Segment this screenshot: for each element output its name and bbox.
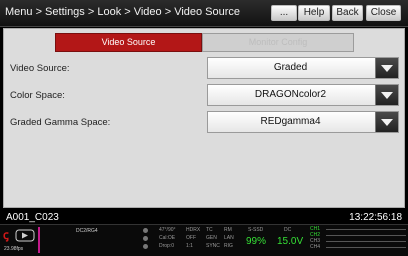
graded-gamma-space-dropdown-button[interactable] xyxy=(375,112,398,132)
graded-gamma-space-value: REDgamma4 xyxy=(260,116,321,127)
aspect-value: 1:1 xyxy=(186,243,193,249)
status-dot xyxy=(143,236,148,241)
lan-label: LAN xyxy=(224,235,234,241)
graded-gamma-space-select[interactable]: REDgamma4 xyxy=(207,111,399,133)
svg-text:ꞔ: ꞔ xyxy=(3,228,9,242)
tc-label: TC xyxy=(206,227,213,233)
power-value: 15.0V xyxy=(277,236,304,247)
video-source-select[interactable]: Graded xyxy=(207,57,399,79)
storage-label: S-SSD xyxy=(248,227,264,233)
rig-label: RIG xyxy=(224,243,233,249)
shutter-readout: 47°/90° xyxy=(159,227,176,233)
chevron-down-icon xyxy=(381,92,393,99)
audio-meter-ch2 xyxy=(326,235,406,236)
record-icon: ꞔ xyxy=(3,228,35,242)
status-dot xyxy=(143,228,148,233)
more-button[interactable]: ... xyxy=(271,5,297,21)
color-space-select[interactable]: DRAGONcolor2 xyxy=(207,84,399,106)
status-dot xyxy=(143,244,148,249)
video-source-value: Graded xyxy=(273,62,308,73)
record-indicator-bar xyxy=(38,227,40,253)
chevron-down-icon xyxy=(381,65,393,72)
tab-video-source[interactable]: Video Source xyxy=(55,33,202,52)
channel-4-label: CH4 xyxy=(310,244,321,250)
help-button[interactable]: Help xyxy=(298,5,330,21)
storage-value: 99% xyxy=(246,236,267,247)
graded-gamma-space-label: Graded Gamma Space: xyxy=(10,117,111,128)
calibration-readout: Cal:OE xyxy=(159,235,176,241)
breadcrumb: Menu > Settings > Look > Video > Video S… xyxy=(5,6,241,18)
hdrx-label: HDRX xyxy=(186,227,201,233)
color-space-dropdown-button[interactable] xyxy=(375,85,398,105)
power-label: DC xyxy=(284,227,292,233)
audio-meter-ch1 xyxy=(326,229,406,230)
fps-readout: 23.98fps xyxy=(4,246,24,252)
video-source-dropdown-button[interactable] xyxy=(375,58,398,78)
audio-meter-ch4 xyxy=(326,247,406,248)
status-bar: ꞔ 23.98fps DC2/RG4 47°/90° Cal:OE Drop:0… xyxy=(0,224,408,256)
back-button[interactable]: Back xyxy=(332,5,363,21)
chevron-down-icon xyxy=(381,119,393,126)
drop-readout: Drop:0 xyxy=(159,243,175,249)
timecode: 13:22:56:18 xyxy=(349,212,402,223)
color-space-label: Color Space: xyxy=(10,90,65,101)
tab-monitor-config[interactable]: Monitor Config xyxy=(202,33,354,52)
hdrx-value: OFF xyxy=(186,235,196,241)
tc-mode: GEN xyxy=(206,235,217,241)
clip-name: A001_C023 xyxy=(6,212,59,223)
sync-label: SYNC xyxy=(206,243,220,249)
audio-meter-ch3 xyxy=(326,241,406,242)
close-button[interactable]: Close xyxy=(366,5,401,21)
rm-label: RM xyxy=(224,227,232,233)
top-bar: Menu > Settings > Look > Video > Video S… xyxy=(0,0,408,27)
codec-readout: DC2/RG4 xyxy=(76,228,98,234)
color-space-value: DRAGONcolor2 xyxy=(254,89,327,100)
video-source-label: Video Source: xyxy=(10,63,70,74)
